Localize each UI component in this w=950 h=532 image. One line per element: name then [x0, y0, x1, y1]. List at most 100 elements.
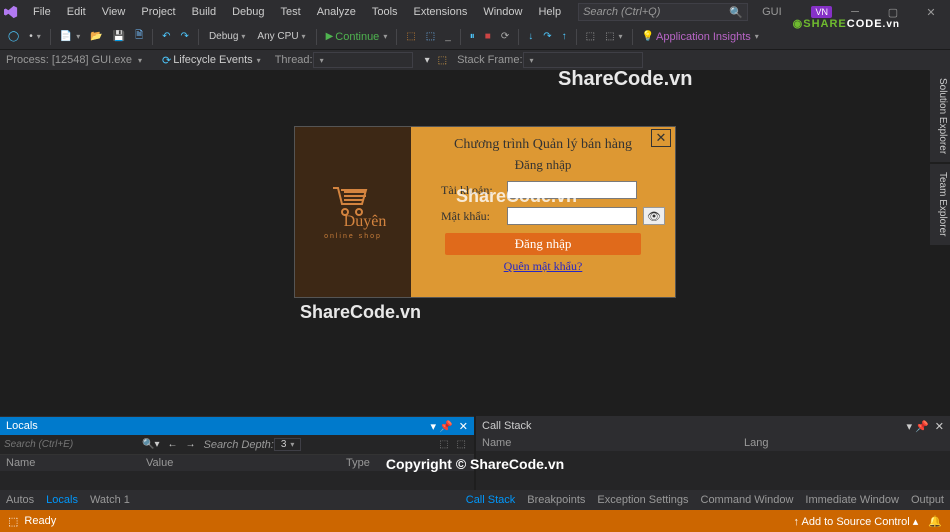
password-input[interactable]: [507, 207, 637, 225]
menu-file[interactable]: File: [26, 3, 58, 21]
thread-dropdown[interactable]: [313, 52, 413, 68]
close-button[interactable]: ✕: [916, 6, 946, 19]
show-password-button[interactable]: 👁: [643, 207, 665, 225]
search-next-icon[interactable]: →: [181, 437, 199, 452]
solution-explorer-tab[interactable]: Solution Explorer: [930, 70, 950, 162]
undo-button[interactable]: ↶: [158, 29, 174, 44]
watermark-1: ShareCode.vn: [558, 68, 692, 91]
app-insights-button[interactable]: 💡 Application Insights: [638, 29, 763, 45]
stackframe-dropdown[interactable]: [523, 52, 643, 68]
stop-button[interactable]: ■: [481, 29, 495, 44]
menu-view[interactable]: View: [95, 3, 133, 21]
stack-nav2[interactable]: ⬚: [434, 53, 451, 68]
window-title: GUI: [762, 6, 782, 18]
login-title: Chương trình Quản lý bán hàng: [421, 137, 665, 153]
tab-output[interactable]: Output: [911, 494, 944, 506]
continue-button[interactable]: ▶ Continue: [322, 29, 392, 45]
tool-icon-1[interactable]: ⬚: [402, 29, 419, 44]
locals-search-input[interactable]: [4, 439, 138, 450]
redo-button[interactable]: ↷: [177, 29, 193, 44]
callstack-body: [476, 451, 950, 490]
tab-callstack[interactable]: Call Stack: [466, 494, 516, 506]
config-select[interactable]: Debug: [204, 29, 250, 44]
restart-button[interactable]: ⟳: [497, 29, 513, 44]
step-into-button[interactable]: ↓: [524, 29, 537, 44]
menu-help[interactable]: Help: [531, 3, 568, 21]
callstack-header[interactable]: Call Stack ▾ 📌✕: [476, 417, 950, 435]
save-button[interactable]: 💾: [109, 29, 129, 44]
thread-label: Thread:: [275, 54, 313, 66]
notifications-icon[interactable]: 🔔: [928, 515, 942, 528]
tab-exceptions[interactable]: Exception Settings: [597, 494, 688, 506]
status-bar: ⬚ Ready ↑ Add to Source Control ▴ 🔔: [0, 510, 950, 532]
username-input[interactable]: [507, 181, 637, 199]
tab-immediate[interactable]: Immediate Window: [805, 494, 899, 506]
login-brand-panel: Duyên online shop: [295, 127, 411, 297]
pin-icon[interactable]: ▾ 📌: [907, 420, 929, 433]
stackframe-label: Stack Frame:: [457, 54, 522, 66]
col-value: Value: [146, 457, 346, 469]
pin-icon[interactable]: ▾ 📌: [431, 420, 453, 433]
team-explorer-tab[interactable]: Team Explorer: [930, 164, 950, 244]
col-name: Name: [6, 457, 146, 469]
locals-header[interactable]: Locals ▾ 📌✕: [0, 417, 474, 435]
menu-analyze[interactable]: Analyze: [310, 3, 363, 21]
process-dropdown[interactable]: [132, 54, 146, 67]
search-depth-select[interactable]: 3: [274, 438, 302, 451]
nav-forward-button[interactable]: •: [25, 29, 45, 44]
username-label: Tài khoản:: [441, 183, 501, 198]
new-item-button[interactable]: 📄: [56, 29, 84, 44]
panel-close-icon[interactable]: ✕: [935, 420, 944, 433]
login-close-button[interactable]: ✕: [651, 129, 671, 147]
tab-autos[interactable]: Autos: [6, 494, 34, 506]
menu-debug[interactable]: Debug: [225, 3, 271, 21]
step-out-button[interactable]: ↑: [558, 29, 571, 44]
search-placeholder: Search (Ctrl+Q): [583, 6, 660, 18]
menu-build[interactable]: Build: [185, 3, 223, 21]
toolbox-1[interactable]: ⬚: [582, 29, 599, 44]
step-over-button[interactable]: ↷: [539, 29, 555, 44]
menu-tools[interactable]: Tools: [365, 3, 405, 21]
search-prev-icon[interactable]: ←: [163, 437, 181, 452]
global-search[interactable]: Search (Ctrl+Q) 🔍: [578, 3, 748, 21]
opt-icon-1[interactable]: ⬚: [435, 437, 452, 452]
menu-project[interactable]: Project: [134, 3, 182, 21]
tool-icon-3[interactable]: _: [441, 29, 455, 44]
menu-edit[interactable]: Edit: [60, 3, 93, 21]
search-icon: 🔍: [729, 6, 743, 19]
brand-script: Duyên: [344, 213, 387, 231]
open-button[interactable]: 📂: [86, 29, 106, 44]
platform-select[interactable]: Any CPU: [252, 29, 310, 44]
bottom-tab-strip: Autos Locals Watch 1 Call Stack Breakpoi…: [0, 490, 950, 510]
lifecycle-dropdown[interactable]: ⟳ Lifecycle Events: [158, 52, 265, 69]
stack-nav1[interactable]: ▾: [421, 53, 434, 68]
pause-button[interactable]: ⏸: [466, 29, 479, 44]
source-control-button[interactable]: ↑ Add to Source Control ▴: [794, 515, 919, 528]
ready-icon: ⬚: [8, 515, 18, 528]
col-lang: Lang: [744, 437, 944, 449]
save-all-button[interactable]: 🗎: [131, 26, 147, 47]
search-icon[interactable]: 🔍▾: [138, 437, 163, 452]
callstack-panel: Call Stack ▾ 📌✕ Name Lang: [476, 416, 950, 490]
tab-locals[interactable]: Locals: [46, 494, 78, 506]
login-button[interactable]: Đăng nhập: [445, 233, 641, 255]
tab-breakpoints[interactable]: Breakpoints: [527, 494, 585, 506]
opt-icon-2[interactable]: ⬚: [453, 437, 470, 452]
forgot-password-link[interactable]: Quên mật khẩu?: [504, 259, 583, 274]
menu-window[interactable]: Window: [476, 3, 529, 21]
menu-test[interactable]: Test: [274, 3, 308, 21]
tab-command[interactable]: Command Window: [701, 494, 794, 506]
status-ready: Ready: [24, 515, 56, 527]
panel-close-icon[interactable]: ✕: [459, 420, 468, 433]
vs-icon: [4, 5, 18, 19]
password-label: Mật khẩu:: [441, 209, 501, 224]
tool-icon-2[interactable]: ⬚: [422, 29, 439, 44]
sharecode-logo: ◉SHARECODE.vn: [793, 14, 900, 30]
nav-back-button[interactable]: ◯: [4, 29, 23, 44]
debug-toolbar: Process: [12548] GUI.exe ⟳ Lifecycle Eve…: [0, 50, 950, 70]
menu-extensions[interactable]: Extensions: [407, 3, 475, 21]
login-form-panel: ✕ Chương trình Quản lý bán hàng Đăng nhậ…: [411, 127, 675, 297]
toolbox-2[interactable]: ⬚: [601, 29, 626, 44]
login-dialog: Duyên online shop ✕ Chương trình Quản lý…: [294, 126, 676, 298]
tab-watch1[interactable]: Watch 1: [90, 494, 130, 506]
